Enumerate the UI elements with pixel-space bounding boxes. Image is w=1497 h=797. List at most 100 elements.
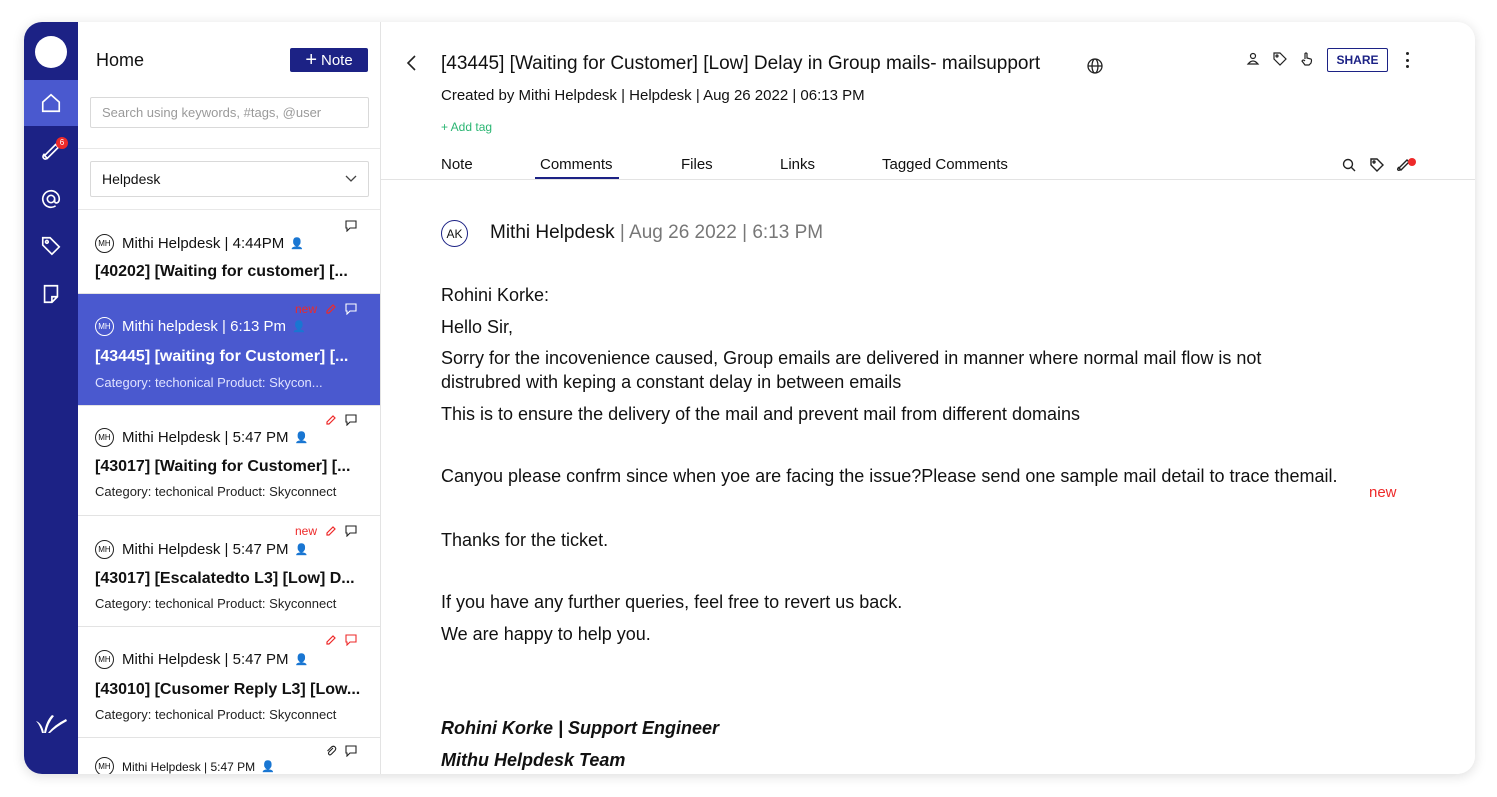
tab-files[interactable]: Files — [681, 156, 713, 173]
back-arrow-icon[interactable] — [403, 54, 421, 72]
comment-author: Mithi Helpdesk — [490, 222, 615, 243]
list-item[interactable]: MH Mithi Helpdesk | 5:47 PM 👤 [43010] [C… — [78, 627, 380, 738]
at-icon — [41, 189, 61, 209]
avatar: MH — [95, 234, 114, 253]
user-icon: 👤 — [291, 321, 306, 333]
comment-line: This is to ensure the delivery of the ma… — [441, 404, 1080, 424]
search-icon[interactable] — [1341, 157, 1357, 173]
nav-rail: 6 — [24, 22, 78, 774]
divider — [381, 179, 1475, 180]
tag-icon[interactable] — [1369, 157, 1385, 173]
pencil-icon — [326, 635, 336, 645]
avatar: MH — [95, 540, 114, 559]
item-category: Category: techonical Product: Skycon... — [95, 375, 323, 390]
more-options-icon[interactable] — [1401, 50, 1413, 70]
user-icon: 👤 — [294, 544, 309, 556]
note-list-panel: Home + Note Helpdesk MH Mithi Helpdesk |… — [78, 22, 381, 774]
department-select[interactable]: Helpdesk — [90, 161, 369, 197]
tab-links[interactable]: Links — [780, 156, 815, 173]
avatar: AK — [441, 220, 468, 247]
item-title: [43017] [Waiting for Customer] [... — [95, 458, 351, 475]
list-title: Home — [96, 50, 145, 70]
rail-notes-button[interactable] — [24, 271, 78, 317]
new-note-button[interactable]: + Note — [290, 48, 368, 72]
avatar: MH — [95, 650, 114, 669]
comment-date: | Aug 26 2022 | 6:13 PM — [614, 222, 824, 243]
user-icon: 👤 — [261, 761, 275, 773]
share-button[interactable]: SHARE — [1327, 48, 1388, 72]
item-category: Category: techonical Product: Skyconnect — [95, 484, 337, 499]
comment-icon — [345, 525, 357, 537]
user-icon: 👤 — [290, 238, 305, 250]
item-category: Category: techonical Product: Skyconnect — [95, 596, 337, 611]
comment-icon — [345, 414, 357, 426]
tag-icon — [41, 236, 61, 256]
comment-line: If you have any further queries, feel fr… — [441, 592, 903, 612]
new-note-label: Note — [321, 51, 353, 69]
item-meta: Mithi Helpdesk | 5:47 PM — [122, 759, 256, 774]
notification-badge: 6 — [56, 137, 68, 149]
assign-user-icon[interactable] — [1245, 51, 1261, 67]
item-meta: Mithi Helpdesk | 5:47 PM — [122, 541, 289, 558]
avatar: MH — [95, 757, 114, 774]
rail-mentions-button[interactable] — [24, 176, 78, 222]
item-title: [43017] [Escalatedto L3] [Low] D... — [95, 570, 355, 587]
item-category: Category: techonical Product: Skyconnect — [95, 707, 337, 722]
comment-line: distrubred with keping a constant delay … — [441, 372, 902, 392]
comment-line: Thanks for the ticket. — [441, 530, 609, 550]
search-input[interactable] — [90, 97, 369, 128]
item-meta: Mithi helpdesk | 6:13 Pm — [122, 318, 286, 335]
notification-dot — [1408, 158, 1416, 166]
home-icon — [41, 93, 61, 113]
list-item[interactable]: new MH Mithi Helpdesk | 5:47 PM 👤 [43017… — [78, 516, 380, 627]
comment-line: Sorry for the incovenience caused, Group… — [441, 348, 1262, 368]
note-detail-panel: [43445] [Waiting for Customer] [Low] Del… — [381, 22, 1475, 774]
comment-icon — [345, 634, 357, 646]
comment-header: Mithi Helpdesk | Aug 26 2022 | 6:13 PM — [490, 222, 823, 244]
app-window: 6 Home + Note Helpdesk — [24, 22, 1475, 774]
created-info: Created by Mithi Helpdesk | Helpdesk | A… — [441, 87, 865, 104]
item-meta: Mithi Helpdesk | 5:47 PM — [122, 651, 289, 668]
globe-icon[interactable] — [1086, 57, 1104, 75]
list-item-selected[interactable]: new MH Mithi helpdesk | 6:13 Pm 👤 [43445… — [78, 294, 380, 406]
user-icon: 👤 — [294, 654, 309, 666]
user-icon: 👤 — [294, 432, 309, 444]
comment-line: Rohini Korke: — [441, 285, 550, 305]
list-item[interactable]: MH Mithi Helpdesk | 5:47 PM 👤 — [78, 738, 380, 774]
item-meta: Mithi Helpdesk | 4:44PM — [122, 235, 285, 252]
new-label: new — [1369, 484, 1397, 501]
list-item[interactable]: MH Mithi Helpdesk | 4:44PM 👤 [40202] [Wa… — [78, 210, 380, 294]
chevron-down-icon — [345, 175, 357, 182]
avatar: MH — [95, 317, 114, 336]
pencil-icon — [326, 415, 336, 425]
new-label: new — [294, 302, 317, 316]
mithi-logo — [36, 715, 67, 733]
add-tag-link[interactable]: + Add tag — [441, 120, 492, 134]
comment-line: Hello Sir, — [441, 317, 514, 337]
tab-comments[interactable]: Comments — [540, 156, 613, 173]
rail-tags-button[interactable] — [24, 223, 78, 269]
tab-tagged-comments[interactable]: Tagged Comments — [882, 156, 1008, 173]
tag-icon[interactable] — [1272, 51, 1288, 67]
tab-note[interactable]: Note — [441, 156, 473, 173]
paperclip-icon — [327, 745, 337, 756]
avatar: MH — [95, 428, 114, 447]
comment-line: Canyou please confrm since when yoe are … — [441, 466, 1338, 486]
signature-line: Mithu Helpdesk Team — [441, 750, 626, 770]
hand-icon[interactable] — [1299, 51, 1315, 67]
comment-icon — [345, 745, 357, 757]
rail-notifications-button[interactable]: 6 — [24, 128, 78, 174]
signature-line: Rohini Korke | Support Engineer — [441, 718, 720, 738]
item-title: [40202] [Waiting for customer] [... — [95, 263, 348, 280]
note-icon — [43, 284, 59, 304]
note-subject: [43445] [Waiting for Customer] [Low] Del… — [441, 53, 1041, 74]
divider — [78, 148, 380, 149]
department-value: Helpdesk — [102, 171, 161, 187]
item-title: [43445] [waiting for Customer] [... — [95, 348, 349, 365]
comment-icon — [345, 220, 357, 232]
rail-home-button[interactable] — [24, 80, 78, 126]
plus-icon: + — [305, 49, 317, 71]
item-meta: Mithi Helpdesk | 5:47 PM — [122, 429, 289, 446]
user-avatar[interactable] — [35, 36, 67, 68]
list-item[interactable]: MH Mithi Helpdesk | 5:47 PM 👤 [43017] [W… — [78, 406, 380, 516]
